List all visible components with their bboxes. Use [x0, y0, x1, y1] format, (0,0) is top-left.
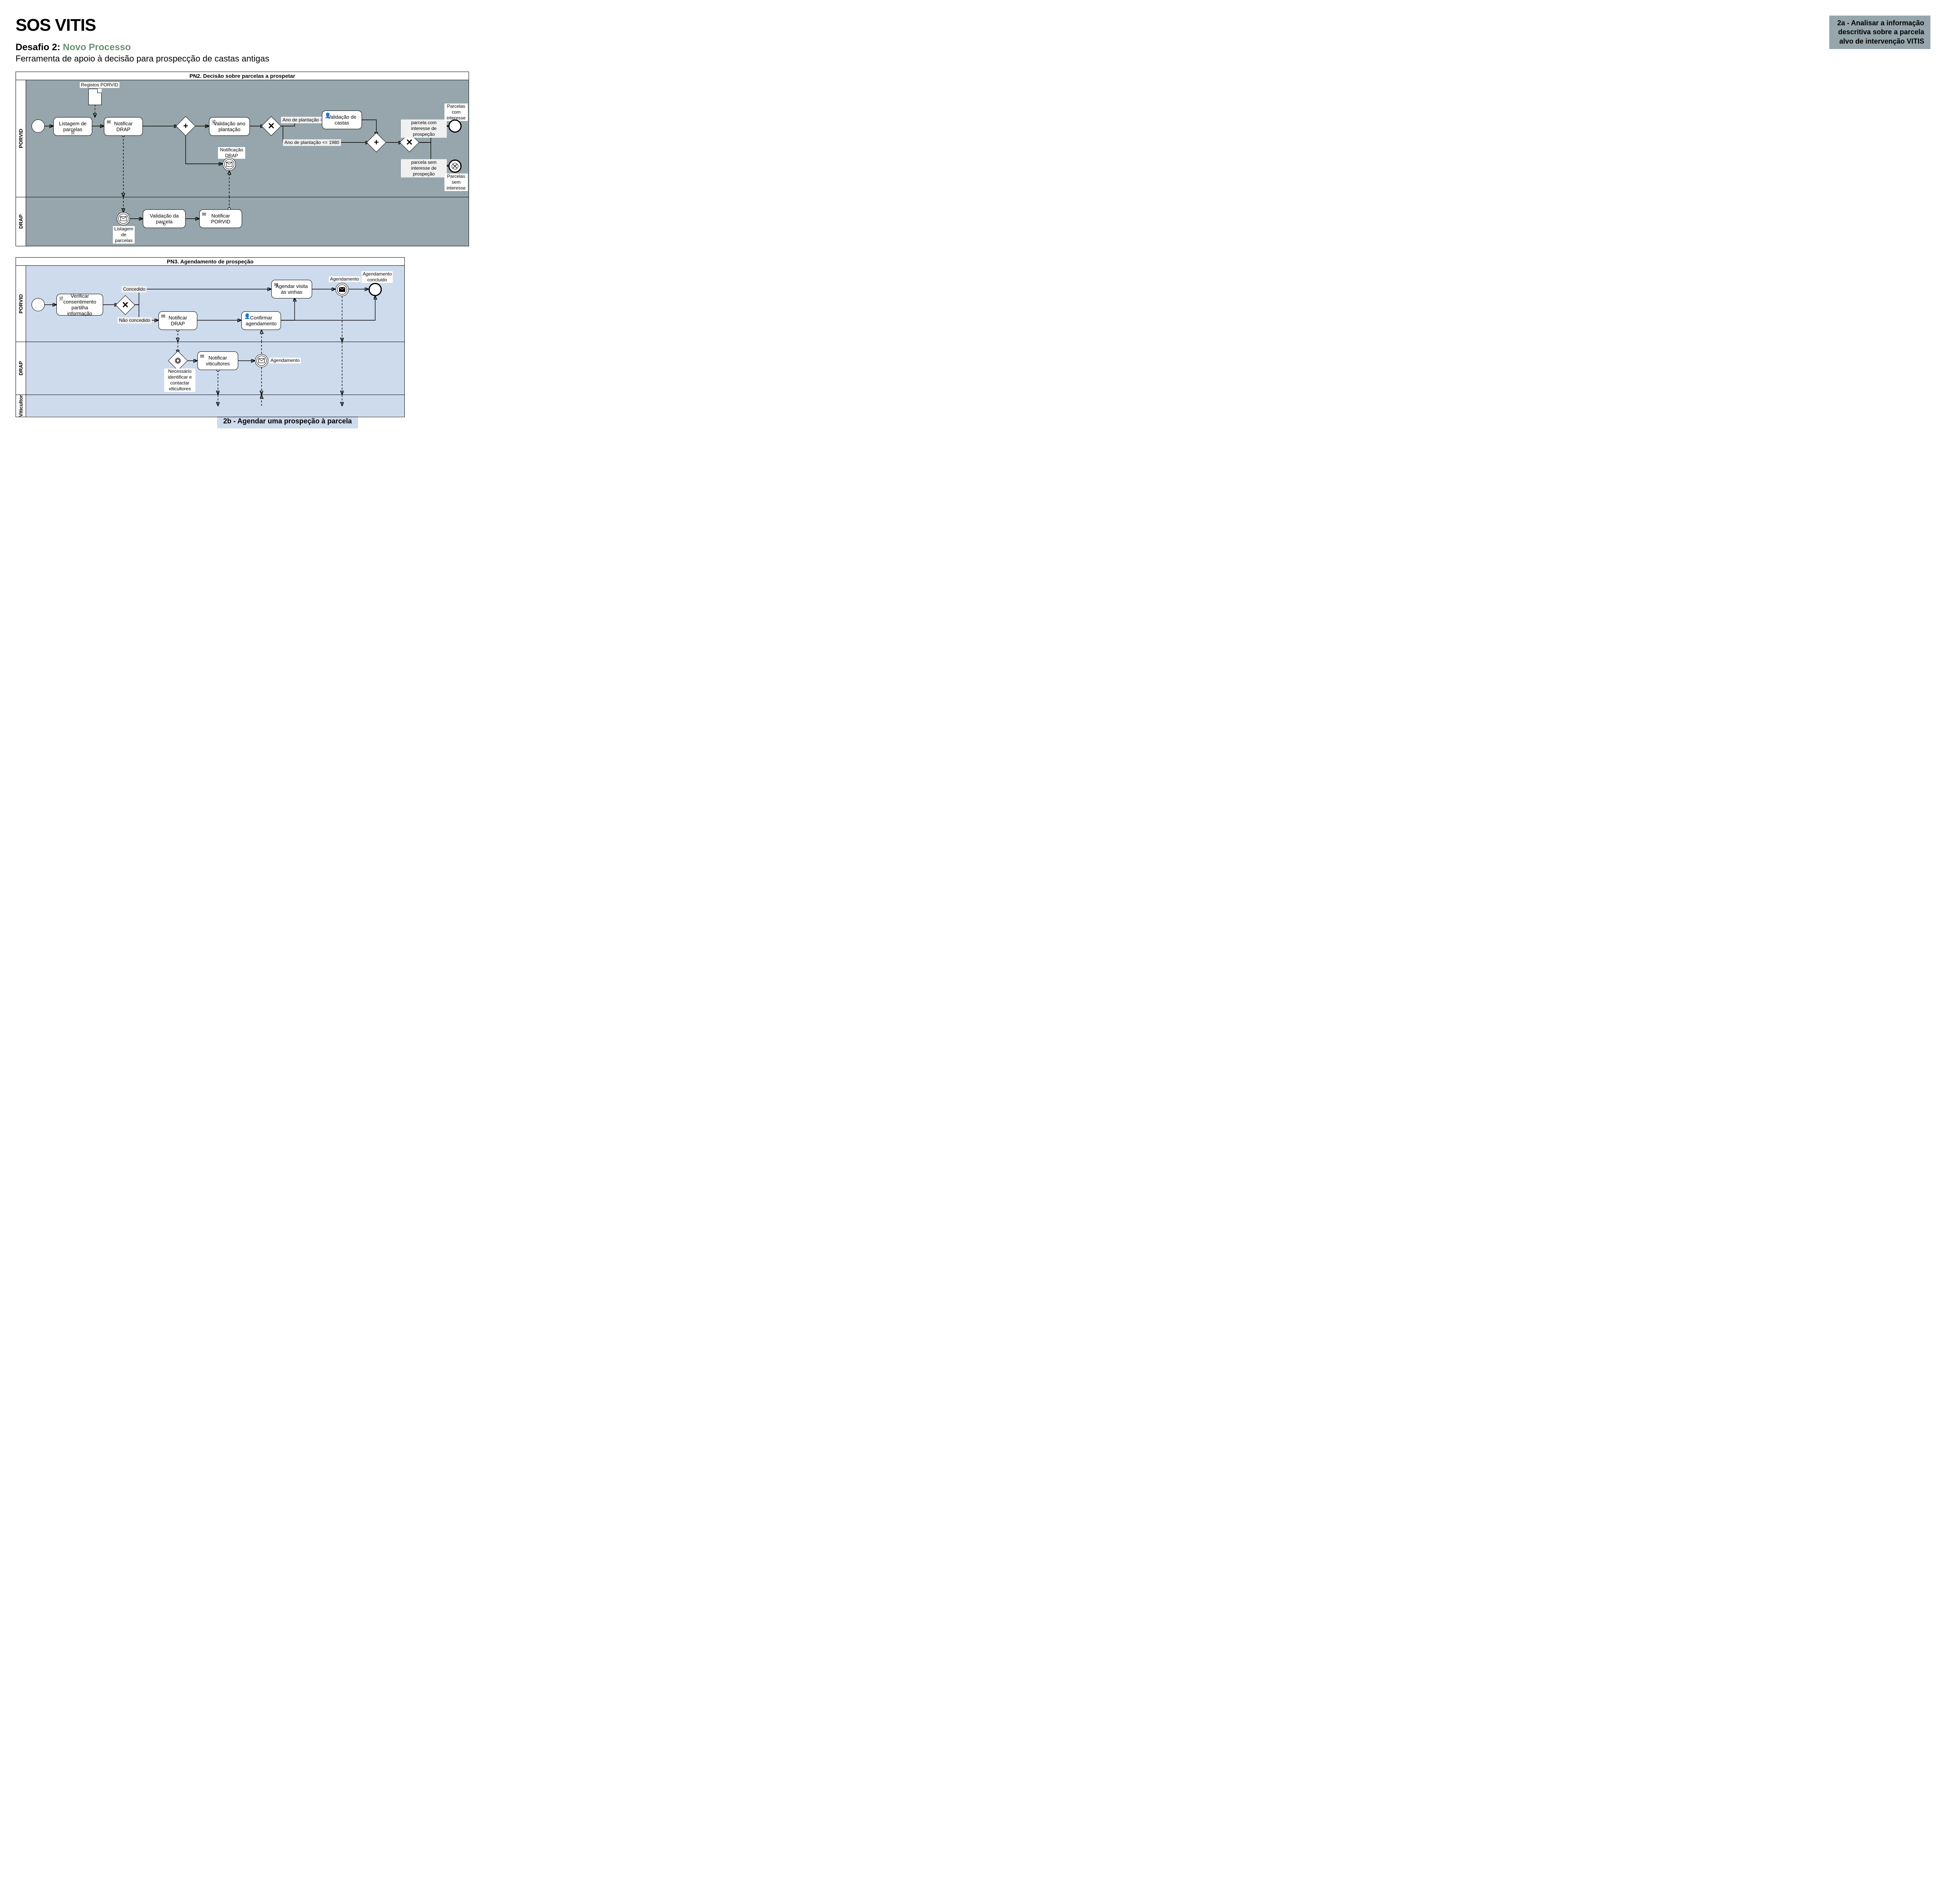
label-lte1980: Ano de plantação <= 1980 [283, 139, 341, 146]
event-agendamento-catch [255, 354, 268, 367]
pool-pn3-title: PN3. Agendamento de prospeção [16, 258, 404, 266]
label-com-interesse: parcela com interesse de prospeção [401, 119, 447, 138]
gateway-exclusive-1: ✕ [264, 119, 278, 133]
document-icon: 🗎 [212, 119, 216, 128]
envelope-icon: ✉ [202, 211, 206, 218]
gateway-parallel-1: + [179, 119, 193, 133]
gateway-eventbased [171, 354, 185, 368]
label-agendamento-catch: Agendamento [269, 358, 301, 363]
user-icon: 👤 [325, 112, 331, 119]
task-notificar-drap-pn3: ✉ Notificar DRAP [158, 311, 197, 330]
label-nao-concedido: Não concedido [118, 317, 152, 324]
task-notificar-drap-pn3-label: Notificar DRAP [161, 315, 195, 326]
task-notificar-drap: ✉ Notificar DRAP [104, 117, 143, 136]
gateway-consent: ✕ [118, 298, 132, 312]
task-listagem-parcelas: Listagem de parcelas ||| [53, 117, 92, 136]
event-agendamento-throw [335, 283, 349, 296]
task-validacao-ano: 🗎 Validação ano plantação [209, 117, 250, 136]
task-verificar-label: Verificar consentimento partilha informa… [59, 293, 100, 316]
multi-instance-marker-icon: ||| [71, 130, 75, 135]
envelope-icon: ✉ [200, 353, 204, 360]
lane-pn2-drap: DRAP Listagem de parcelas Validação da p… [16, 197, 469, 246]
lane-label-porvid-text: PORVID [18, 129, 24, 148]
description: Ferramenta de apoio à decisão para prosp… [16, 54, 269, 64]
task-validacao-ano-label: Validação ano plantação [212, 121, 247, 132]
lane-pn3-viticultor: Viticultor [16, 395, 404, 417]
event-gateway-icon [174, 357, 181, 364]
envelope-icon: ✉ [161, 313, 165, 319]
lane-pn3-viticultor-text: Viticultor [18, 395, 24, 417]
lane-label-porvid: PORVID [16, 80, 26, 197]
page-title: SOS VITIS [16, 16, 269, 35]
envelope-icon [258, 358, 265, 363]
envelope-icon [339, 287, 345, 292]
data-registos-label: Registos PORVID [80, 82, 119, 88]
pool-pn2-title: PN2. Decisão sobre parcelas a prospetar [16, 72, 469, 80]
label-necessario: Necessário identificar e contactar vitic… [164, 369, 195, 392]
label-parcelas-com-interesse: Parcelas com interesse [444, 104, 468, 121]
task-notificar-porvid-label: Notificar PORVID [202, 213, 239, 225]
task-agendar: ✉ Agendar visita às vinhas [271, 280, 312, 298]
label-agendamento-throw: Agendamento [329, 276, 360, 282]
user-icon: 👤 [244, 313, 250, 319]
envelope-icon [226, 162, 232, 167]
subtitle: Desafio 2: Novo Processo [16, 42, 269, 53]
task-verificar: 🗎 Verificar consentimento partilha infor… [56, 294, 103, 316]
task-notificar-viticultores: ✉ Notificar viticultores [197, 351, 238, 370]
lane-label-pn3-drap: DRAP [16, 342, 26, 395]
document-icon: 🗎 [59, 296, 63, 304]
start-event-pn2 [32, 119, 45, 133]
task-confirmar: 👤 Confirmar agendamento [241, 311, 281, 330]
cancel-icon [451, 162, 459, 170]
label-listagem-catch: Listagem de parcelas [113, 226, 135, 244]
task-notificar-porvid: ✉ Notificar PORVID [199, 209, 242, 228]
note-2a: 2a - Analisar a informação descritiva so… [1829, 16, 1930, 49]
event-listagem-catch [117, 212, 130, 225]
end-event-sem-interesse [448, 160, 462, 173]
gateway-parallel-2: + [369, 135, 383, 149]
lane-pn2-porvid: PORVID [16, 80, 469, 197]
task-notificar-viticultores-label: Notificar viticultores [200, 355, 235, 367]
task-notificar-drap-label: Notificar DRAP [107, 121, 140, 132]
header: SOS VITIS Desafio 2: Novo Processo Ferra… [16, 16, 1930, 64]
start-event-pn3 [32, 298, 45, 311]
end-event-com-interesse [448, 119, 462, 133]
pool-pn2: PN2. Decisão sobre parcelas a prospetar … [16, 72, 469, 246]
subtitle-prefix: Desafio 2: [16, 42, 60, 53]
lane-label-pn3-porvid: PORVID [16, 266, 26, 342]
lane-label-drap-text: DRAP [18, 214, 24, 229]
lane-pn3-drap-text: DRAP [18, 361, 24, 376]
lane-pn3-drap: DRAP Necessário identificar e contactar … [16, 342, 404, 395]
lane-pn3-porvid-text: PORVID [18, 294, 24, 314]
task-validacao-castas: 👤 Validação de castas [322, 111, 362, 129]
event-notificacao-drap [223, 158, 236, 171]
loop-marker-icon: ↻ [162, 222, 166, 227]
label-concedido: Concedido [121, 286, 147, 293]
lane-label-pn3-viticultor: Viticultor [16, 395, 26, 417]
task-agendar-label: Agendar visita às vinhas [274, 283, 309, 295]
data-registos-icon [88, 89, 102, 105]
pool-pn3: PN3. Agendamento de prospeção PORVID [16, 257, 405, 417]
task-validacao-parcela: Validação da parcela ↻ [143, 209, 186, 228]
label-parcelas-sem-interesse: Parcelas sem interesse [444, 174, 468, 191]
lane-pn3-porvid: PORVID 🗎 [16, 266, 404, 342]
label-notificacao-drap: Notificação DRAP [218, 147, 245, 159]
label-sem-interesse: parcela sem interesse de prospeção [401, 159, 447, 177]
subtitle-green: Novo Processo [63, 42, 131, 53]
label-concluido: Agendamento concluido [362, 271, 393, 283]
end-event-pn3 [369, 283, 382, 296]
envelope-icon: ✉ [107, 119, 111, 125]
envelope-icon [120, 216, 126, 221]
lane-label-drap: DRAP [16, 197, 26, 246]
envelope-icon: ✉ [274, 282, 278, 288]
